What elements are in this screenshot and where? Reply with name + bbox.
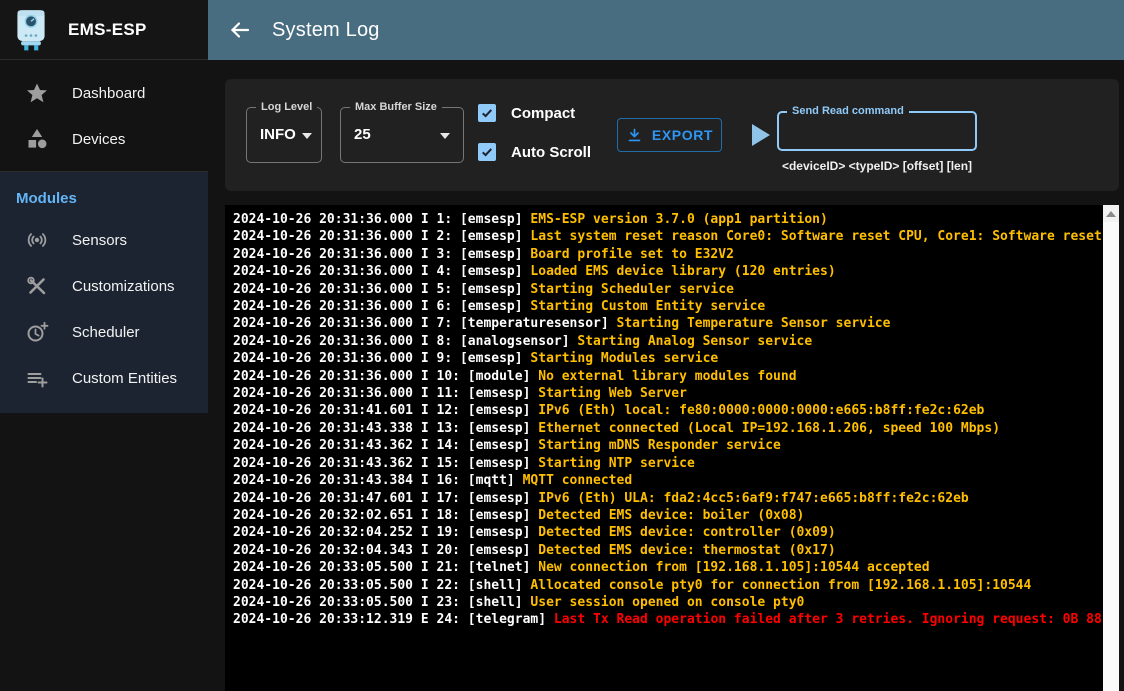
log-line: 2024-10-26 20:31:43.384 I 16: [mqtt] MQT… [233, 472, 1103, 489]
auto-scroll-label: Auto Scroll [511, 144, 591, 161]
log-line: 2024-10-26 20:31:43.362 I 15: [emsesp] S… [233, 455, 1103, 472]
log-line: 2024-10-26 20:31:47.601 I 17: [emsesp] I… [233, 490, 1103, 507]
more-time-icon [25, 320, 49, 344]
modules-section-title: Modules [0, 186, 208, 217]
sidebar-item-customizations[interactable]: Customizations [0, 263, 208, 309]
send-read-input[interactable] [779, 113, 975, 149]
back-button[interactable] [220, 10, 260, 50]
modules-section: Modules Sensors [0, 171, 208, 413]
log-lines: 2024-10-26 20:31:36.000 I 1: [emsesp] EM… [233, 211, 1103, 691]
log-line: 2024-10-26 20:33:05.500 I 23: [shell] Us… [233, 594, 1103, 611]
log-controls-card: Log Level INFO Max Buffer Size 25 Compac… [225, 79, 1119, 191]
send-play-icon[interactable] [752, 124, 770, 146]
construction-icon [25, 274, 49, 298]
log-line: 2024-10-26 20:31:36.000 I 8: [analogsens… [233, 333, 1103, 350]
chevron-down-icon [302, 133, 312, 139]
sidebar-item-sensors[interactable]: Sensors [0, 217, 208, 263]
sidebar-nav: Dashboard Devices Modules [0, 60, 208, 413]
log-line: 2024-10-26 20:31:36.000 I 10: [module] N… [233, 368, 1103, 385]
send-read-field: Send Read command [777, 111, 977, 151]
log-scrollbar[interactable] [1103, 205, 1119, 691]
export-button[interactable]: EXPORT [617, 118, 722, 152]
checkbox-checked-icon [478, 143, 496, 161]
sidebar-item-devices[interactable]: Devices [0, 116, 208, 162]
checkbox-checked-icon [478, 104, 496, 122]
sidebar-item-custom-entities[interactable]: Custom Entities [0, 355, 208, 401]
scroll-up-icon [1106, 211, 1116, 217]
auto-scroll-checkbox[interactable]: Auto Scroll [478, 143, 591, 161]
sidebar-item-label: Scheduler [72, 324, 140, 341]
sensors-icon [25, 228, 49, 252]
sidebar-item-label: Customizations [72, 278, 175, 295]
star-icon [25, 81, 49, 105]
export-button-label: EXPORT [652, 127, 713, 143]
topbar: System Log [208, 0, 1124, 60]
log-line: 2024-10-26 20:31:36.000 I 7: [temperatur… [233, 315, 1103, 332]
sidebar-item-dashboard[interactable]: Dashboard [0, 70, 208, 116]
sidebar-item-label: Sensors [72, 232, 127, 249]
log-line: 2024-10-26 20:31:36.000 I 5: [emsesp] St… [233, 281, 1103, 298]
scroll-up-button[interactable] [1103, 205, 1119, 222]
download-icon [626, 127, 643, 144]
log-line: 2024-10-26 20:31:36.000 I 4: [emsesp] Lo… [233, 263, 1103, 280]
sidebar-item-scheduler[interactable]: Scheduler [0, 309, 208, 355]
send-read-helper-text: <deviceID> <typeID> [offset] [len] [765, 159, 989, 173]
log-line: 2024-10-26 20:31:43.362 I 14: [emsesp] S… [233, 437, 1103, 454]
sidebar-item-label: Devices [72, 131, 125, 148]
log-line: 2024-10-26 20:31:36.000 I 1: [emsesp] EM… [233, 211, 1103, 228]
log-line: 2024-10-26 20:32:04.252 I 19: [emsesp] D… [233, 524, 1103, 541]
main-content: Log Level INFO Max Buffer Size 25 Compac… [208, 60, 1124, 691]
app-header: EMS-ESP [0, 0, 208, 60]
send-read-label: Send Read command [787, 105, 909, 118]
page-title: System Log [272, 19, 380, 42]
sidebar: EMS-ESP Dashboard Devices Modules [0, 0, 208, 691]
chevron-down-icon [440, 133, 450, 139]
app-title: EMS-ESP [68, 20, 147, 40]
playlist-add-icon [25, 366, 49, 390]
log-line: 2024-10-26 20:33:05.500 I 21: [telnet] N… [233, 559, 1103, 576]
category-icon [25, 127, 49, 151]
arrow-back-icon [228, 18, 252, 42]
log-line: 2024-10-26 20:32:04.343 I 20: [emsesp] D… [233, 542, 1103, 559]
log-line: 2024-10-26 20:31:36.000 I 9: [emsesp] St… [233, 350, 1103, 367]
log-line: 2024-10-26 20:31:36.000 I 2: [emsesp] La… [233, 228, 1103, 245]
log-level-label: Log Level [256, 101, 317, 114]
compact-label: Compact [511, 105, 575, 122]
log-line: 2024-10-26 20:31:36.000 I 11: [emsesp] S… [233, 385, 1103, 402]
log-line: 2024-10-26 20:33:05.500 I 22: [shell] Al… [233, 577, 1103, 594]
max-buffer-select[interactable]: Max Buffer Size 25 [340, 107, 464, 163]
log-line: 2024-10-26 20:31:43.338 I 13: [emsesp] E… [233, 420, 1103, 437]
compact-checkbox[interactable]: Compact [478, 104, 575, 122]
log-line: 2024-10-26 20:31:36.000 I 3: [emsesp] Bo… [233, 246, 1103, 263]
log-level-select[interactable]: Log Level INFO [246, 107, 322, 163]
log-line: 2024-10-26 20:32:02.651 I 18: [emsesp] D… [233, 507, 1103, 524]
boiler-logo-icon [14, 9, 48, 51]
sidebar-item-label: Dashboard [72, 85, 145, 102]
log-line: 2024-10-26 20:33:12.319 E 24: [telegram]… [233, 611, 1103, 628]
sidebar-item-label: Custom Entities [72, 370, 177, 387]
log-console: 2024-10-26 20:31:36.000 I 1: [emsesp] EM… [225, 205, 1119, 691]
log-line: 2024-10-26 20:31:41.601 I 12: [emsesp] I… [233, 402, 1103, 419]
log-line: 2024-10-26 20:31:36.000 I 6: [emsesp] St… [233, 298, 1103, 315]
max-buffer-label: Max Buffer Size [350, 101, 442, 114]
